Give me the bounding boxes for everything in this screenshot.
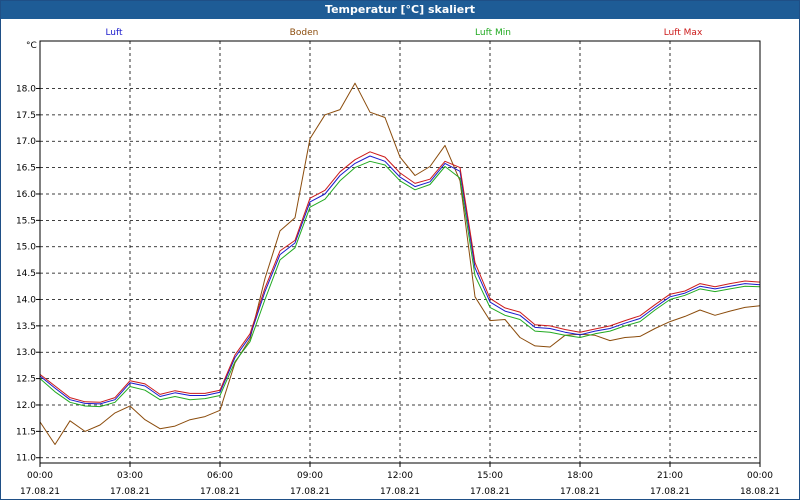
- x-tick-time: 18:00: [567, 471, 593, 481]
- y-tick-label: 11.5: [16, 427, 36, 437]
- x-axis-ticks: 00:00 17.08.21 03:00 17.08.21 06:00 17.08.21 0…: [20, 463, 780, 497]
- x-tick-time: 09:00: [297, 471, 323, 481]
- y-tick-label: 16.5: [16, 164, 36, 174]
- x-tick-date: 17.08.21: [290, 487, 330, 497]
- temperature-chart: 11.0 11.5 12.0 12.5 13.0 13.5 14.0 14.5 15.0 15.5…: [16, 28, 780, 497]
- x-tick-date: 17.08.21: [380, 487, 420, 497]
- chart-grid: [40, 41, 760, 463]
- y-tick-label: 12.0: [16, 401, 36, 411]
- x-tick-date: 18.08.21: [740, 487, 780, 497]
- x-tick-date: 17.08.21: [470, 487, 510, 497]
- chart-window: Temperatur [°C] skaliert 11.0 11.5 12.0 12.…: [0, 0, 800, 500]
- y-tick-label: 16.0: [16, 190, 36, 200]
- legend-item-luft-min: Luft Min: [475, 28, 511, 38]
- x-tick-time: 12:00: [387, 471, 413, 481]
- legend-item-luft: Luft: [105, 28, 123, 38]
- y-tick-label: 17.0: [16, 137, 36, 147]
- x-tick-date: 17.08.21: [650, 487, 690, 497]
- x-tick-time: 00:00: [747, 471, 773, 481]
- legend-item-luft-max: Luft Max: [664, 28, 703, 38]
- y-tick-label: 15.0: [16, 243, 36, 253]
- y-tick-label: 17.5: [16, 111, 36, 121]
- y-tick-label: 13.5: [16, 322, 36, 332]
- x-tick-time: 00:00: [27, 471, 53, 481]
- y-tick-label: 15.5: [16, 216, 36, 226]
- x-tick-date: 17.08.21: [110, 487, 150, 497]
- x-tick-date: 17.08.21: [20, 487, 60, 497]
- chart-legend: Luft Boden Luft Min Luft Max: [105, 28, 703, 38]
- y-tick-label: 13.0: [16, 348, 36, 358]
- y-tick-label: 14.5: [16, 269, 36, 279]
- y-tick-label: 14.0: [16, 295, 36, 305]
- x-tick-date: 17.08.21: [560, 487, 600, 497]
- x-tick-date: 17.08.21: [200, 487, 240, 497]
- x-tick-time: 06:00: [207, 471, 233, 481]
- y-tick-label: 18.0: [16, 84, 36, 94]
- y-axis-unit: °C: [26, 41, 37, 51]
- y-tick-label: 11.0: [16, 454, 36, 464]
- legend-item-boden: Boden: [290, 28, 319, 38]
- x-tick-time: 03:00: [117, 471, 143, 481]
- y-axis-ticks: 11.0 11.5 12.0 12.5 13.0 13.5 14.0 14.5 15.0 15.5…: [16, 84, 40, 464]
- y-tick-label: 12.5: [16, 375, 36, 385]
- x-tick-time: 21:00: [657, 471, 683, 481]
- x-tick-time: 15:00: [477, 471, 503, 481]
